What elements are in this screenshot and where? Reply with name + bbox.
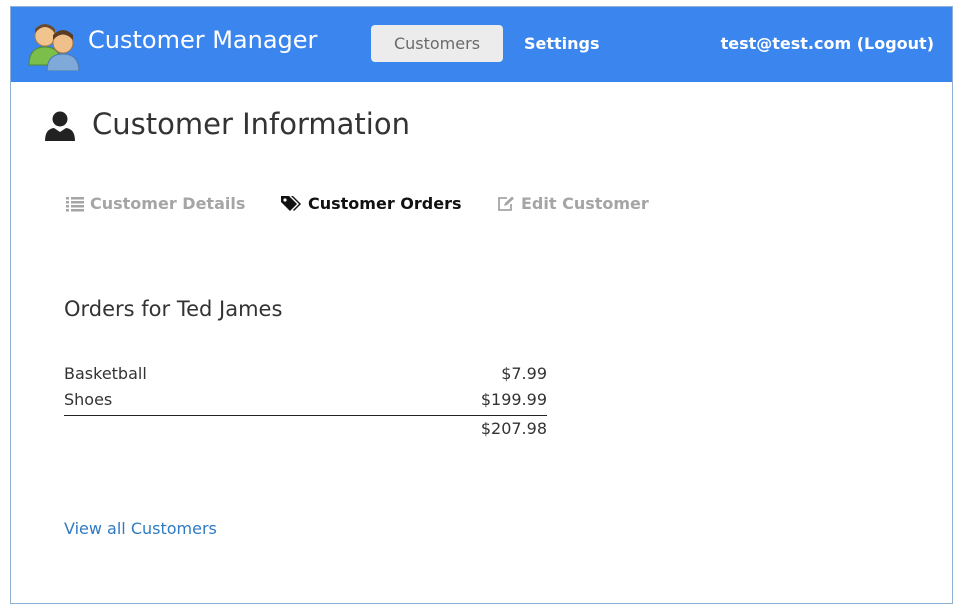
user-logout-link[interactable]: test@test.com (Logout) xyxy=(721,34,934,53)
order-price: $7.99 xyxy=(501,364,547,383)
order-row: Shoes $199.99 xyxy=(64,388,547,414)
person-icon xyxy=(45,111,75,141)
tab-customer-details[interactable]: Customer Details xyxy=(66,194,245,213)
order-product: Basketball xyxy=(64,364,147,383)
nav-customers-button[interactable]: Customers xyxy=(371,25,503,62)
order-row: Basketball $7.99 xyxy=(64,362,547,388)
tab-edit-customer-label: Edit Customer xyxy=(521,194,649,213)
app-frame: Customer Manager Customers Settings test… xyxy=(10,6,953,604)
edit-icon xyxy=(498,196,514,211)
page-title-text: Customer Information xyxy=(92,107,410,141)
tab-edit-customer[interactable]: Edit Customer xyxy=(497,194,649,213)
tab-customer-orders[interactable]: Customer Orders xyxy=(280,194,462,213)
view-all-customers-link[interactable]: View all Customers xyxy=(64,519,217,538)
customers-logo-icon[interactable] xyxy=(27,21,83,71)
order-product: Shoes xyxy=(64,390,113,409)
order-price: $199.99 xyxy=(480,390,547,409)
nav-settings-link[interactable]: Settings xyxy=(524,34,600,53)
order-total-row: $207.98 xyxy=(64,416,547,442)
order-total: $207.98 xyxy=(480,419,547,438)
list-icon xyxy=(66,197,84,212)
orders-heading: Orders for Ted James xyxy=(64,297,283,321)
tab-customer-orders-label: Customer Orders xyxy=(308,194,462,213)
tags-icon xyxy=(281,196,301,211)
app-brand[interactable]: Customer Manager xyxy=(88,26,317,54)
orders-table: Basketball $7.99 Shoes $199.99 $207.98 xyxy=(64,362,547,442)
navbar: Customer Manager Customers Settings test… xyxy=(11,7,952,82)
tab-customer-details-label: Customer Details xyxy=(90,194,246,213)
